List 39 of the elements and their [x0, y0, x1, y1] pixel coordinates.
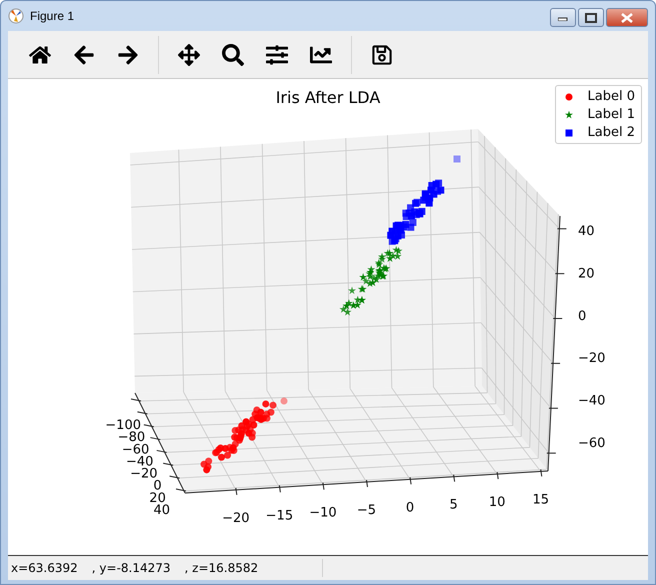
- app-icon: [8, 8, 24, 24]
- tick-label: 5: [449, 498, 458, 513]
- maximize-icon: [585, 12, 597, 22]
- forward-arrow-icon: [117, 44, 139, 66]
- tick-label: 0: [578, 308, 586, 324]
- coordinate-readout: , y=-8.14273: [92, 561, 171, 575]
- tick-label: 0: [406, 500, 414, 516]
- move-arrows-icon: [178, 44, 200, 66]
- tick-label: −20: [222, 510, 250, 526]
- legend-label: Label 1: [588, 107, 635, 122]
- close-icon: [621, 12, 633, 22]
- tick-label: 40: [578, 224, 595, 239]
- maximize-button[interactable]: [578, 8, 604, 27]
- sliders-icon: [266, 44, 288, 66]
- tick-label: 15: [532, 492, 550, 508]
- tick-label: −40: [578, 394, 606, 409]
- home-icon: [29, 44, 51, 66]
- minimize-icon: [558, 14, 568, 20]
- window-title: Figure 1: [30, 9, 74, 23]
- tick-label: −15: [266, 508, 294, 524]
- search-icon: [222, 44, 244, 66]
- close-button[interactable]: [606, 8, 648, 27]
- legend-label: Label 0: [588, 89, 635, 104]
- tick-label: −10: [309, 506, 337, 521]
- tick-label: 10: [488, 495, 506, 510]
- coordinate-readout: , z=16.8582: [184, 561, 258, 575]
- tick-label: −60: [578, 436, 606, 451]
- tick-label: 40: [153, 503, 170, 518]
- tick-label: 20: [149, 490, 166, 506]
- legend-label: Label 2: [588, 125, 635, 140]
- minimize-button[interactable]: [550, 8, 576, 27]
- tick-label: 20: [578, 266, 595, 282]
- save-icon: [371, 44, 393, 66]
- back-arrow-icon: [73, 44, 95, 66]
- tick-label: −20: [578, 351, 606, 366]
- tick-label: −5: [356, 503, 376, 518]
- coordinate-readout: x=63.6392: [11, 561, 78, 575]
- plot-title: Iris After LDA: [276, 88, 380, 107]
- marker-cluster: [339, 246, 402, 316]
